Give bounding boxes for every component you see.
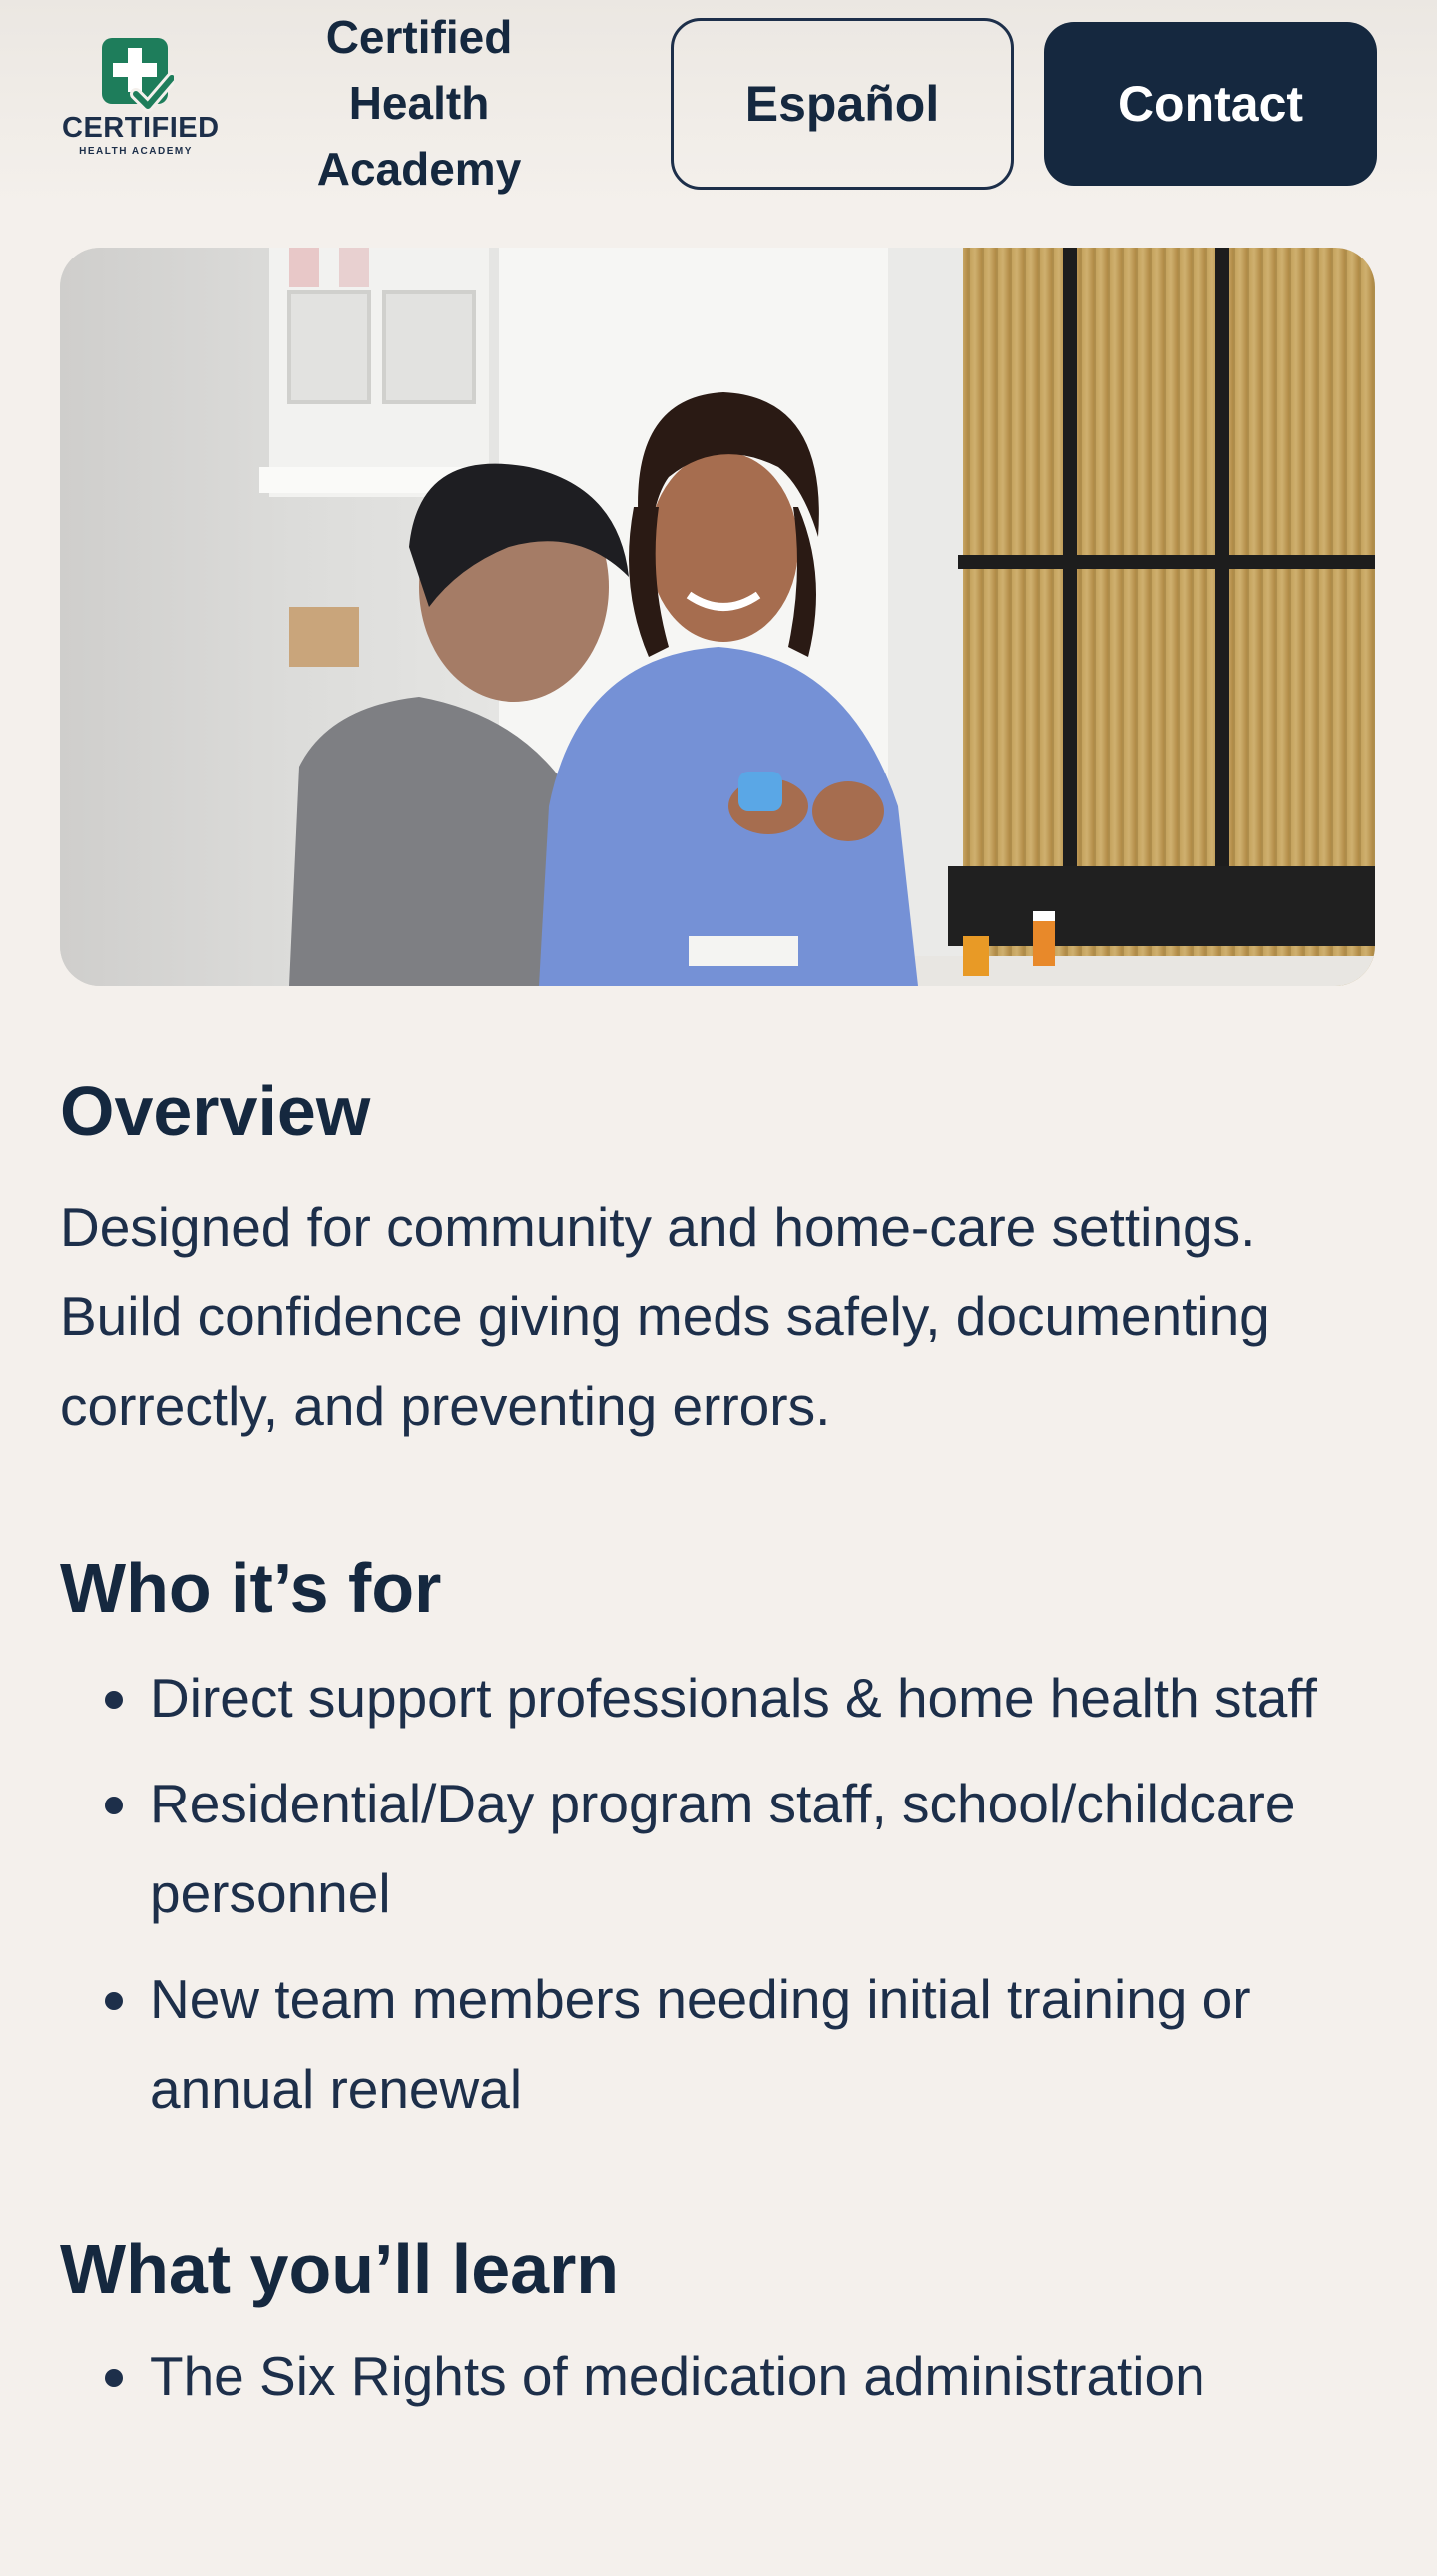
who-list: Direct support professionals & home heal…: [60, 1653, 1387, 2134]
medical-cross-check-icon: [102, 38, 174, 112]
learn-heading: What you’ll learn: [60, 2230, 620, 2308]
overview-text: Designed for community and home-care set…: [60, 1196, 1270, 1437]
contact-button[interactable]: Contact: [1044, 22, 1377, 186]
who-heading: Who it’s for: [60, 1549, 442, 1627]
hero-image: [60, 248, 1375, 986]
logo-subtitle: HEALTH ACADEMY: [79, 146, 193, 157]
hero-illustration: [60, 248, 1375, 986]
list-item: The Six Rights of medication administrat…: [105, 2331, 1387, 2421]
list-item: New team members needing initial trainin…: [105, 1954, 1387, 2134]
list-item: Residential/Day program staff, school/ch…: [105, 1759, 1387, 1938]
list-item: Direct support professionals & home heal…: [105, 1653, 1387, 1743]
main-content: Overview Designed for community and home…: [60, 1068, 1387, 2437]
logo[interactable]: CERTIFIED HEALTH ACADEMY: [62, 30, 220, 170]
overview-heading: Overview: [60, 1072, 371, 1150]
learn-list: The Six Rights of medication administrat…: [60, 2331, 1387, 2421]
site-header: CERTIFIED HEALTH ACADEMY Certified Healt…: [0, 0, 1437, 210]
brand-name[interactable]: Certified Health Academy: [289, 4, 549, 202]
logo-wordmark: CERTIFIED: [62, 112, 220, 144]
language-toggle-button[interactable]: Español: [671, 18, 1014, 190]
